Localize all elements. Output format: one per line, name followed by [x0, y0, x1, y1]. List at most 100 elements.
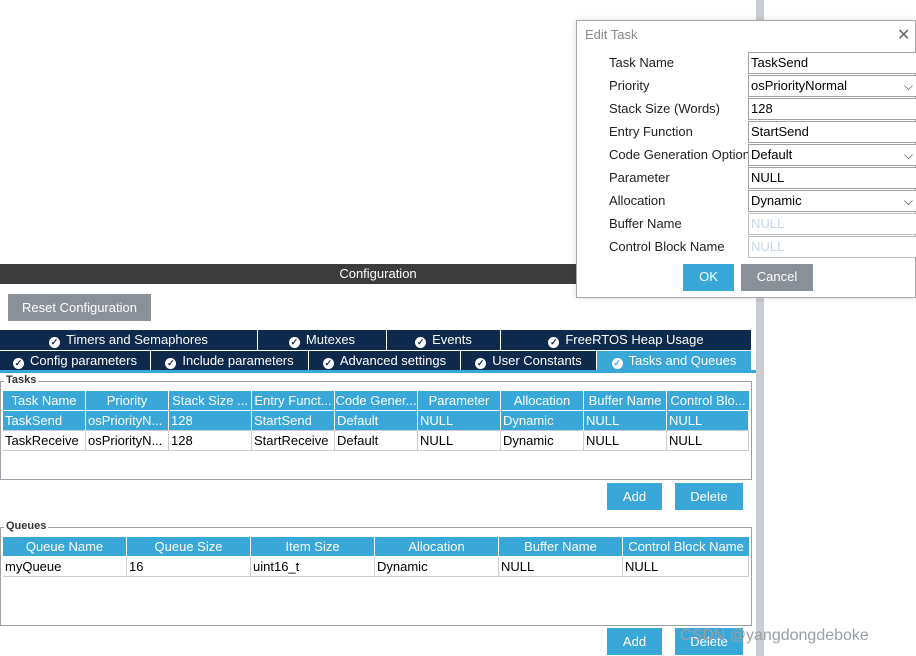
buffer-name-input: NULL — [748, 213, 916, 235]
task-name-label: Task Name — [609, 55, 675, 70]
table-cell: NULL — [667, 411, 749, 431]
table-cell: NULL — [623, 557, 749, 577]
table-cell: TaskReceive — [3, 431, 86, 451]
column-header[interactable]: Control Blo... — [667, 391, 749, 410]
tab-label: Advanced settings — [339, 353, 447, 368]
parameter-label: Parameter — [609, 170, 670, 185]
select-value: osPriorityNormal — [751, 78, 848, 93]
column-header[interactable]: Buffer Name — [499, 537, 623, 556]
allocation-select[interactable]: Dynamic ⌵ — [748, 190, 916, 212]
table-cell: 128 — [169, 431, 252, 451]
priority-select[interactable]: osPriorityNormal ⌵ — [748, 75, 916, 97]
code-generation-option-label: Code Generation Option — [609, 147, 750, 162]
entry-function-label: Entry Function — [609, 124, 693, 139]
tab-config-parameters[interactable]: ✓ Config parameters — [0, 351, 151, 371]
column-header[interactable]: Parameter — [418, 391, 501, 410]
tab-label: Config parameters — [30, 353, 137, 368]
table-cell: NULL — [418, 411, 501, 431]
table-cell: 128 — [169, 411, 252, 431]
cancel-button[interactable]: Cancel — [741, 264, 813, 291]
code-generation-option-select[interactable]: Default ⌵ — [748, 144, 916, 166]
table-row[interactable]: myQueue 16 uint16_t Dynamic NULL NULL — [3, 557, 749, 577]
stack-size-input[interactable]: 128 — [748, 98, 916, 120]
control-block-name-label: Control Block Name — [609, 239, 725, 254]
table-cell: StartSend — [252, 411, 335, 431]
column-header[interactable]: Queue Name — [3, 537, 127, 556]
table-row[interactable]: TaskReceive osPriorityN... 128 StartRece… — [3, 431, 749, 451]
check-circle-icon: ✓ — [415, 337, 427, 348]
tab-user-constants[interactable]: ✓ User Constants — [461, 351, 597, 371]
chevron-down-icon: ⌵ — [903, 194, 913, 208]
reset-configuration-button[interactable]: Reset Configuration — [8, 294, 151, 321]
add-queue-button[interactable]: Add — [607, 628, 662, 655]
table-cell: uint16_t — [251, 557, 375, 577]
column-header[interactable]: Queue Size — [127, 537, 251, 556]
control-block-name-input: NULL — [748, 236, 916, 258]
table-cell: NULL — [418, 431, 501, 451]
tab-label: Mutexes — [305, 332, 356, 347]
table-cell: Dynamic — [375, 557, 499, 577]
queues-table: Queue Name Queue Size Item Size Allocati… — [3, 537, 749, 577]
tab-label: Tasks and Queues — [628, 353, 737, 368]
table-cell: osPriorityN... — [86, 431, 169, 451]
priority-label: Priority — [609, 78, 650, 93]
check-circle-icon: ✓ — [49, 337, 61, 348]
add-task-button[interactable]: Add — [607, 483, 662, 510]
queues-group-label: Queues — [4, 520, 49, 532]
allocation-label: Allocation — [609, 193, 666, 208]
column-header[interactable]: Priority — [86, 391, 169, 410]
dialog-title: Edit Task — [585, 27, 638, 42]
check-circle-icon: ✓ — [13, 358, 25, 369]
table-cell: NULL — [584, 411, 667, 431]
table-cell: NULL — [499, 557, 623, 577]
tab-advanced-settings[interactable]: ✓ Advanced settings — [309, 351, 461, 371]
tab-mutexes[interactable]: ✓ Mutexes — [258, 330, 387, 350]
column-header[interactable]: Buffer Name — [584, 391, 667, 410]
column-header[interactable]: Code Gener... — [335, 391, 418, 410]
tab-label: FreeRTOS Heap Usage — [565, 332, 704, 347]
tab-label: Timers and Semaphores — [66, 332, 208, 347]
table-cell: 16 — [127, 557, 251, 577]
tasks-table: Task Name Priority Stack Size ... Entry … — [3, 391, 749, 451]
tab-tasks-and-queues[interactable]: ✓ Tasks and Queues — [597, 351, 751, 371]
tasks-group-label: Tasks — [4, 374, 39, 386]
column-header[interactable]: Task Name — [3, 391, 86, 410]
chevron-down-icon: ⌵ — [903, 79, 913, 93]
table-cell: osPriorityN... — [86, 411, 169, 431]
column-header[interactable]: Allocation — [501, 391, 584, 410]
ok-button[interactable]: OK — [683, 264, 734, 291]
column-header[interactable]: Allocation — [375, 537, 499, 556]
tab-label: User Constants — [492, 353, 582, 368]
entry-function-input[interactable]: StartSend — [748, 121, 916, 143]
select-value: Default — [751, 147, 793, 162]
column-header[interactable]: Control Block Name — [623, 537, 749, 556]
delete-task-button[interactable]: Delete — [675, 483, 743, 510]
tab-freertos-heap-usage[interactable]: ✓ FreeRTOS Heap Usage — [501, 330, 751, 350]
task-name-input[interactable]: TaskSend — [748, 52, 916, 74]
parameter-input[interactable]: NULL — [748, 167, 916, 189]
close-icon[interactable]: ✕ — [897, 25, 910, 45]
chevron-down-icon: ⌵ — [903, 148, 913, 162]
check-circle-icon: ✓ — [611, 358, 623, 369]
check-circle-icon: ✓ — [322, 358, 334, 369]
check-circle-icon: ✓ — [165, 358, 177, 369]
edit-task-dialog: Edit Task ✕ Task Name TaskSend Priority … — [576, 20, 916, 298]
table-cell: StartReceive — [252, 431, 335, 451]
tab-events[interactable]: ✓ Events — [387, 330, 501, 350]
column-header[interactable]: Entry Funct... — [252, 391, 335, 410]
tab-label: Events — [432, 332, 472, 347]
table-cell: Default — [335, 431, 418, 451]
select-value: Dynamic — [751, 193, 802, 208]
stack-size-label: Stack Size (Words) — [609, 101, 721, 116]
check-circle-icon: ✓ — [475, 358, 487, 369]
table-row[interactable]: TaskSend osPriorityN... 128 StartSend De… — [3, 411, 749, 431]
tab-timers-and-semaphores[interactable]: ✓ Timers and Semaphores — [0, 330, 258, 350]
table-cell: Dynamic — [501, 431, 584, 451]
column-header[interactable]: Item Size — [251, 537, 375, 556]
table-cell: NULL — [584, 431, 667, 451]
table-cell: TaskSend — [3, 411, 86, 431]
column-header[interactable]: Stack Size ... — [169, 391, 252, 410]
table-cell: NULL — [667, 431, 749, 451]
tab-include-parameters[interactable]: ✓ Include parameters — [151, 351, 309, 371]
watermark: CSDN @yangdongdeboke — [680, 627, 869, 644]
